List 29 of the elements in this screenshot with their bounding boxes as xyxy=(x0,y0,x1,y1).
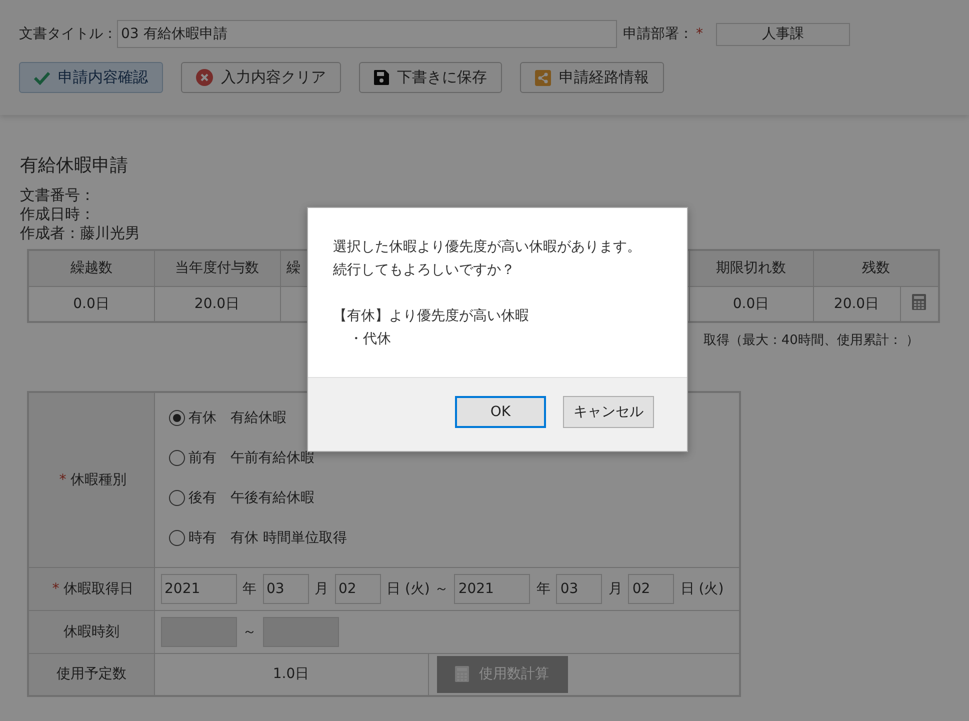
required-mark: * xyxy=(52,581,60,597)
department-label: 申請部署： xyxy=(623,25,693,43)
dialog-detail: ・代休 xyxy=(348,330,392,349)
unit-label: 月 xyxy=(314,580,328,598)
field-label: 使用予定数 xyxy=(56,666,126,682)
column-header: 当年度付与数 xyxy=(154,250,280,286)
unit-label: 年 xyxy=(242,580,256,598)
required-mark: * xyxy=(696,26,703,42)
unit-label: 日 (火) ～ xyxy=(386,580,448,598)
column-header: 残数 xyxy=(813,250,939,286)
required-mark: * xyxy=(59,472,66,488)
column-header: 期限切れ数 xyxy=(689,250,813,286)
meta-line: 文書番号： xyxy=(20,186,96,205)
field-label: 休暇種別 xyxy=(70,472,126,488)
column-header: 繰越数 xyxy=(28,250,154,286)
title-label: 文書タイトル： xyxy=(19,25,117,43)
unit-label: ～ xyxy=(242,623,256,641)
dialog-detail: 【有休】より優先度が高い休暇 xyxy=(333,307,530,326)
form-title: 有給休暇申請 xyxy=(20,154,129,177)
field-label: 休暇時刻 xyxy=(63,624,120,640)
usage-value: 1.0日 xyxy=(272,666,310,682)
hours-note: 取得（最大：40時間、使用累計： ） xyxy=(703,332,919,349)
dialog-message: 続行してもよろしいですか？ xyxy=(333,261,516,280)
meta-line: 作成者：藤川光男 xyxy=(20,224,141,243)
field-label: 休暇取得日 xyxy=(63,581,134,597)
unit-label: 日 (火) xyxy=(680,580,724,598)
unit-label: 月 xyxy=(608,580,622,598)
unit-label: 年 xyxy=(536,580,550,598)
meta-line: 作成日時： xyxy=(20,205,96,224)
